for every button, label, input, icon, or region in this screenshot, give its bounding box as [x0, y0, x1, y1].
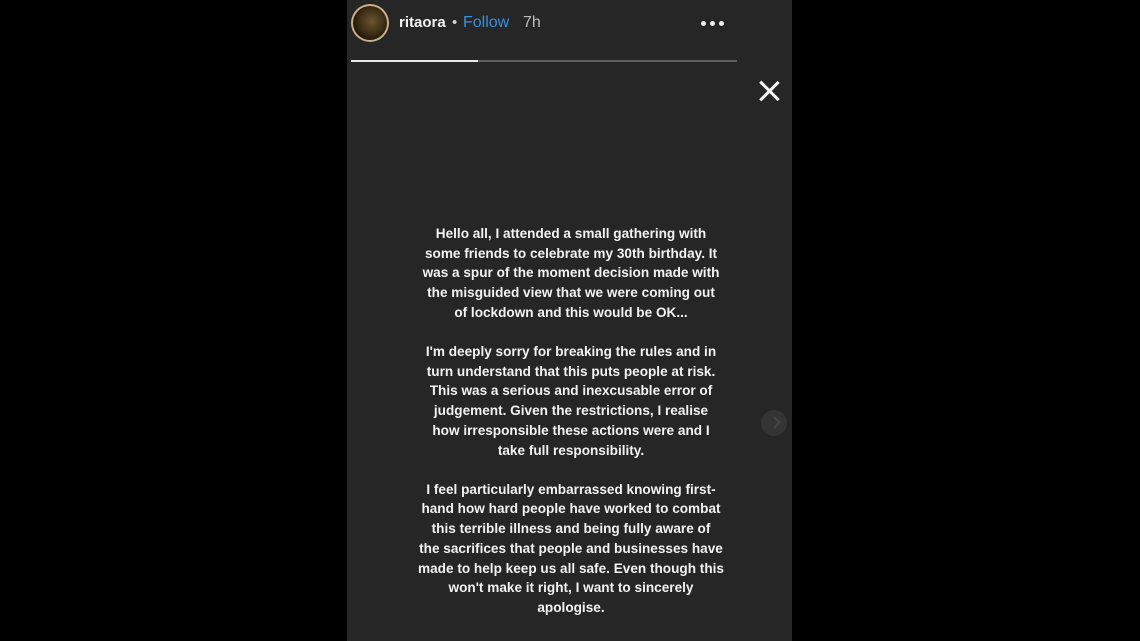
story-message: Hello all, I attended a small gathering …: [361, 224, 781, 637]
close-icon[interactable]: [758, 80, 780, 102]
message-paragraph: I feel particularly embarrassed knowing …: [418, 481, 724, 615]
username[interactable]: ritaora: [399, 14, 446, 31]
more-dot: [718, 20, 724, 26]
follow-button[interactable]: Follow: [463, 14, 509, 32]
more-dot: [709, 20, 715, 26]
story-panel[interactable]: ritaora • Follow 7h Hello all, I attende…: [347, 0, 792, 641]
chevron-right-icon[interactable]: [761, 410, 787, 436]
more-options-icon[interactable]: [697, 13, 727, 33]
separator-dot: •: [452, 14, 458, 31]
post-time: 7h: [523, 14, 541, 31]
story-viewer: ritaora • Follow 7h Hello all, I attende…: [0, 0, 1140, 641]
story-progress-fill: [351, 60, 479, 62]
message-paragraph: I'm deeply sorry for breaking the rules …: [425, 344, 717, 458]
story-header: ritaora • Follow 7h: [347, 0, 792, 50]
avatar[interactable]: [351, 4, 389, 42]
story-progress-track: [351, 60, 737, 62]
message-paragraph: Hello all, I attended a small gathering …: [422, 226, 720, 320]
more-dot: [700, 20, 706, 26]
